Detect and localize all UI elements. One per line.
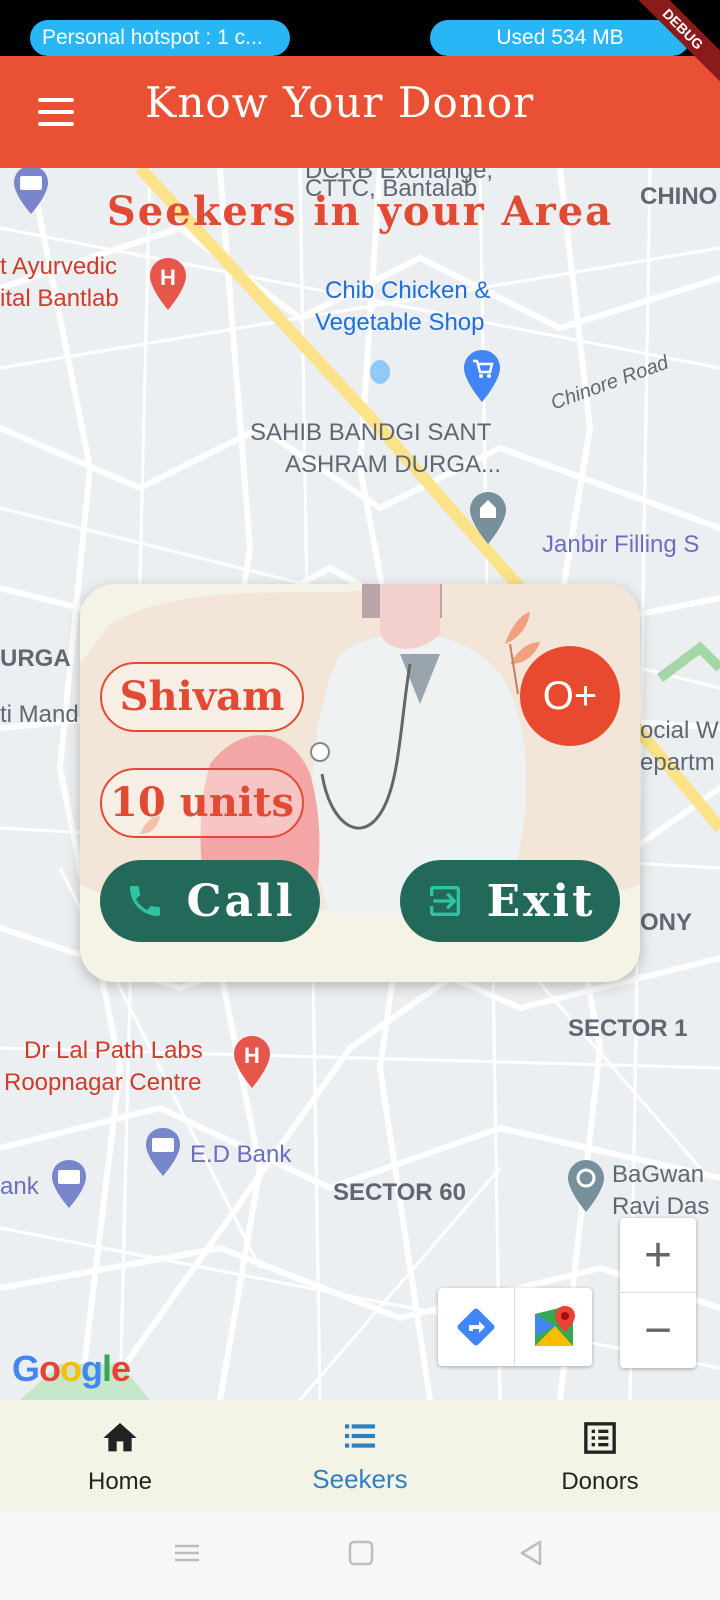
recent-apps-icon[interactable] xyxy=(172,1538,202,1568)
home-icon xyxy=(103,1423,137,1452)
zoom-out-button[interactable]: − xyxy=(620,1293,696,1368)
nav-home-label: Home xyxy=(87,1468,153,1495)
status-bar: Personal hotspot : 1 c... Used 534 MB xyxy=(0,0,720,56)
google-logo-letter: g xyxy=(81,1348,103,1389)
map-label-ed-bank: E.D Bank xyxy=(190,1141,292,1168)
hospital-pin-icon[interactable]: H xyxy=(148,256,188,312)
google-maps-icon xyxy=(534,1306,575,1346)
back-icon[interactable] xyxy=(516,1538,546,1568)
call-button[interactable]: Call xyxy=(100,860,320,942)
map-label-ank: ank xyxy=(0,1173,39,1200)
zoom-in-button[interactable]: + xyxy=(620,1218,696,1293)
hamburger-menu-icon[interactable] xyxy=(38,98,74,126)
data-usage-indicator[interactable]: Used 534 MB xyxy=(430,20,690,56)
exit-button-label: Exit xyxy=(486,875,596,927)
map-label-sector-1: SECTOR 1 xyxy=(568,1015,688,1042)
home-system-icon[interactable] xyxy=(346,1538,376,1568)
hospital-pin-2-icon[interactable]: H xyxy=(232,1034,272,1090)
system-navigation-bar xyxy=(0,1512,720,1600)
svg-text:H: H xyxy=(244,1043,260,1068)
map-label-sector-60: SECTOR 60 xyxy=(333,1179,466,1206)
map-label-janbir: Janbir Filling S xyxy=(542,531,700,558)
svg-text:H: H xyxy=(160,265,176,290)
google-logo-letter: G xyxy=(12,1348,40,1389)
seeker-name-tag: Shivam xyxy=(100,662,304,732)
map-label-bagwan-1: BaGwan xyxy=(612,1161,705,1188)
directions-button[interactable] xyxy=(438,1288,515,1366)
exit-to-app-icon xyxy=(429,886,460,916)
map-label-chib-1: Chib Chicken & xyxy=(325,277,491,304)
map-label-chib-2: Vegetable Shop xyxy=(315,309,485,336)
open-google-maps-button[interactable] xyxy=(515,1288,592,1366)
app-bar: Know Your Donor xyxy=(0,56,720,168)
om-temple-pin-icon[interactable] xyxy=(566,1158,606,1214)
call-button-label: Call xyxy=(186,875,296,927)
phone-icon xyxy=(129,886,160,916)
map-label-colony: ONY xyxy=(640,909,693,936)
google-logo-letter: o xyxy=(39,1348,61,1389)
map-label-chino: CHINO xyxy=(640,183,718,210)
map-label-durga: URGA xyxy=(0,645,71,672)
map-label-social-2: epartm xyxy=(640,749,715,776)
seeker-card: Shivam 10 units O+ Call Exit xyxy=(80,584,640,982)
zoom-controls: + − xyxy=(620,1218,696,1368)
blood-group-badge: O+ xyxy=(520,646,620,746)
bottom-navigation: Home Seekers Donors xyxy=(0,1400,720,1512)
google-logo-letter: o xyxy=(60,1348,82,1389)
map-toolbar xyxy=(438,1288,592,1366)
map-label-lal-1: Dr Lal Path Labs xyxy=(24,1037,203,1064)
google-logo-letter: e xyxy=(111,1348,131,1389)
map-label-social-1: ocial W xyxy=(640,717,719,744)
map-label-ayurvedic-2: ital Bantlab xyxy=(0,285,119,312)
nav-seekers-label: Seekers xyxy=(312,1464,408,1494)
hotspot-indicator[interactable]: Personal hotspot : 1 c... xyxy=(30,20,290,56)
list-icon xyxy=(345,1424,375,1448)
exit-button[interactable]: Exit xyxy=(400,860,620,942)
map-label-lal-2: Roopnagar Centre xyxy=(4,1069,202,1096)
directions-icon xyxy=(457,1308,495,1346)
atm-pin-icon[interactable] xyxy=(12,168,50,216)
google-logo-letter: l xyxy=(102,1348,112,1389)
map-label-mand: ti Mand xyxy=(0,701,79,728)
nav-donors-label: Donors xyxy=(561,1468,639,1495)
blood-units-tag: 10 units xyxy=(100,768,304,838)
document-list-icon xyxy=(584,1422,616,1454)
atm-pin-2-icon[interactable] xyxy=(144,1126,182,1178)
shopping-pin-icon[interactable] xyxy=(462,348,502,404)
nav-donors[interactable]: Donors xyxy=(480,1400,720,1512)
temple-pin-icon[interactable] xyxy=(468,490,508,546)
google-logo: Google xyxy=(12,1348,131,1390)
atm-pin-3-icon[interactable] xyxy=(50,1158,88,1210)
map-label-sahib-2: ASHRAM DURGA... xyxy=(285,451,502,478)
nav-seekers[interactable]: Seekers xyxy=(240,1400,480,1512)
map-label-sahib-1: SAHIB BANDGI SANT xyxy=(250,419,492,446)
map-label-ayurvedic-1: t Ayurvedic xyxy=(0,253,117,280)
nav-home[interactable]: Home xyxy=(0,1400,240,1512)
map-label-cttc: CTTC, Bantalab xyxy=(305,175,478,202)
app-title: Know Your Donor xyxy=(145,78,535,127)
